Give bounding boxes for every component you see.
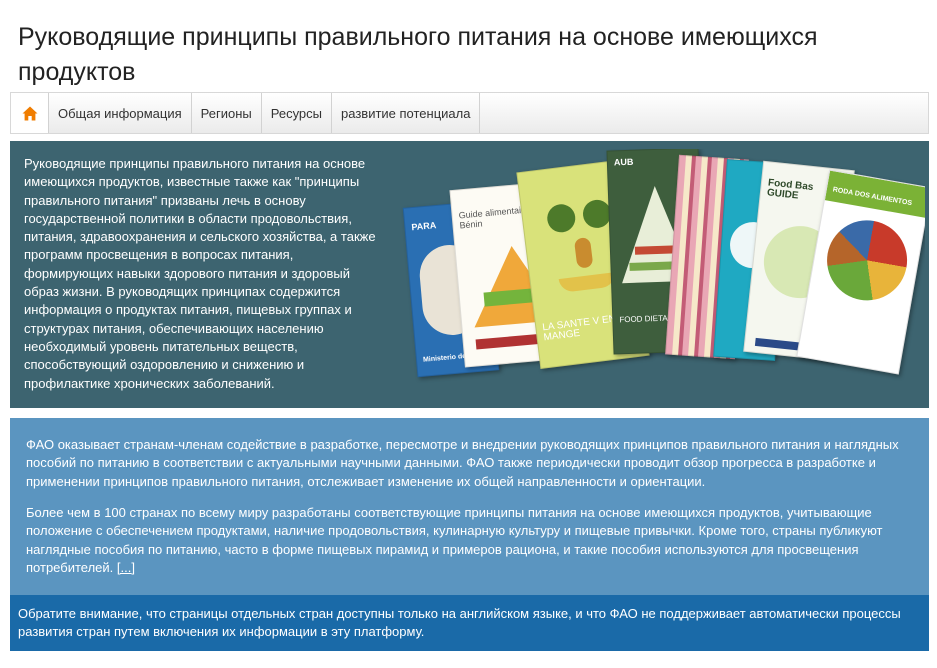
nav-resources[interactable]: Ресурсы <box>262 93 333 133</box>
main-nav: Общая информация Регионы Ресурсы развити… <box>10 92 929 134</box>
nav-general-info[interactable]: Общая информация <box>49 93 192 133</box>
info-paragraph-text: Более чем в 100 странах по всему миру ра… <box>26 505 883 575</box>
info-paragraph: Более чем в 100 странах по всему миру ра… <box>26 504 906 577</box>
info-paragraph-text: ФАО оказывает странам-членам содействие … <box>26 437 899 489</box>
notice-banner: Обратите внимание, что страницы отдельны… <box>10 595 929 651</box>
nav-home[interactable] <box>11 93 49 133</box>
home-icon <box>22 106 37 120</box>
nav-capacity-development[interactable]: развитие потенциала <box>332 93 481 133</box>
hero-banner: Руководящие принципы правильного питания… <box>10 141 929 408</box>
page-title: Руководящие принципы правильного питания… <box>18 23 818 86</box>
info-paragraph: ФАО оказывает странам-членам содействие … <box>26 436 906 491</box>
read-more-link[interactable]: [...] <box>117 560 135 575</box>
notice-text: Обратите внимание, что страницы отдельны… <box>18 606 901 640</box>
guidelines-books-image: PARA Ministerio de SALUD Guide alimentai… <box>400 149 925 401</box>
hero-text: Руководящие принципы правильного питания… <box>24 156 376 391</box>
info-panel: ФАО оказывает странам-членам содействие … <box>10 418 929 595</box>
nav-regions[interactable]: Регионы <box>192 93 262 133</box>
